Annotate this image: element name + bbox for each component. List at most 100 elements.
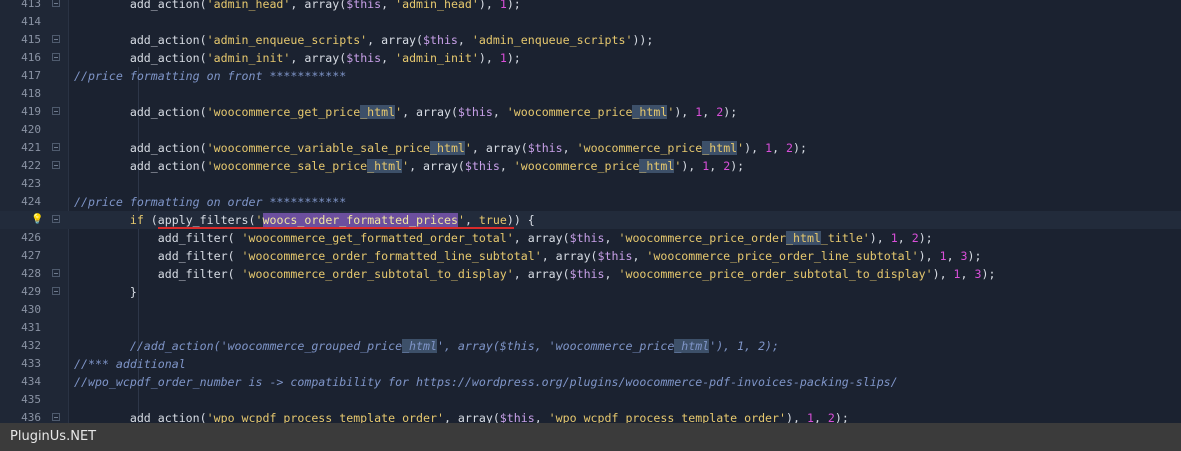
fold-toggle-icon[interactable] [52, 161, 60, 169]
code-line[interactable]: 417 //price formatting on front *********… [0, 67, 1181, 85]
code-editor[interactable]: 413 add_action('admin_head', array($this… [0, 0, 1181, 423]
code-token: _html [367, 159, 403, 173]
line-number: 432 [21, 339, 41, 352]
code-token: add_action( [129, 0, 207, 11]
code-token: ); [834, 411, 849, 423]
lightbulb-icon[interactable]: 💡 [31, 211, 43, 229]
code-line[interactable]: 430 [0, 301, 1181, 319]
fold-toggle-icon[interactable] [52, 0, 60, 7]
code-token: , array( [471, 141, 528, 155]
code-line[interactable]: 423 [0, 175, 1181, 193]
code-line[interactable]: 419 add_action('woocommerce_get_price_ht… [0, 103, 1181, 121]
code-line[interactable]: 422 add_action('woocommerce_sale_price_h… [0, 157, 1181, 175]
code-line[interactable]: 427 add_filter( 'woocommerce_order_forma… [0, 247, 1181, 265]
fold-toggle-icon[interactable] [52, 107, 60, 115]
code-token: 'woocommerce_get_formatted_order_total' [241, 231, 514, 245]
code-token: 1 [939, 249, 947, 263]
fold-toggle-icon[interactable] [52, 35, 60, 43]
code-token: ); [967, 249, 982, 263]
code-text: add_action('wpo_wcpdf_process_template_o… [74, 409, 849, 423]
code-line[interactable]: 415 add_action('admin_enqueue_scripts', … [0, 31, 1181, 49]
line-number: 431 [21, 321, 41, 334]
code-token: 2 [911, 231, 919, 245]
code-token: $this [346, 51, 382, 65]
code-token: ), [681, 159, 703, 173]
code-token: , [381, 51, 396, 65]
code-token: , [499, 159, 514, 173]
line-number: 426 [21, 231, 41, 244]
code-token: ' [402, 159, 410, 173]
code-token: , [632, 249, 647, 263]
code-token: $this [499, 411, 535, 423]
code-token: //add_action('woocommerce_grouped_price [129, 339, 403, 353]
code-token: $this [569, 267, 605, 281]
code-token: apply_filters( [157, 213, 256, 229]
code-line[interactable]: 434 //wpo_wcpdf_order_number is -> compat… [0, 373, 1181, 391]
code-token: woocs_order_formatted_prices [262, 213, 458, 229]
fold-toggle-icon[interactable] [52, 215, 60, 223]
code-token: ) [506, 213, 514, 229]
code-text: //add_action('woocommerce_grouped_price _… [74, 337, 779, 355]
code-token: ); [793, 141, 807, 155]
code-token: , [381, 0, 396, 11]
fold-toggle-icon[interactable] [52, 413, 60, 421]
code-text: add_filter( 'woocommerce_get_formatted_o… [74, 229, 933, 247]
code-token: , [897, 231, 912, 245]
code-token: , array( [402, 105, 458, 119]
code-line[interactable]: 418 [0, 85, 1181, 103]
fold-toggle-icon[interactable] [52, 287, 60, 295]
code-text: } [74, 283, 137, 301]
code-line[interactable]: 433 //*** additional [0, 355, 1181, 373]
code-token: 2 [827, 411, 835, 423]
code-line[interactable]: 💡 if (apply_filters('woocs_order_formatt… [0, 211, 1181, 229]
code-line[interactable]: 436 add_action('wpo_wcpdf_process_templa… [0, 409, 1181, 423]
line-number: 417 [21, 69, 41, 82]
code-token: ), [932, 267, 954, 281]
code-line[interactable]: 416 add_action('admin_init', array($this… [0, 49, 1181, 67]
code-token: ' [457, 213, 465, 229]
code-line[interactable]: 431 [0, 319, 1181, 337]
line-number: 416 [21, 51, 41, 64]
code-token: ); [506, 0, 521, 11]
code-token: , array( [367, 33, 424, 47]
line-number: 420 [21, 123, 41, 136]
code-token: _html [702, 141, 738, 155]
code-text: add_action('admin_enqueue_scripts', arra… [74, 31, 654, 49]
code-token: , array( [443, 411, 500, 423]
fold-toggle-icon[interactable] [52, 53, 60, 61]
code-line[interactable]: 426 add_filter( 'woocommerce_get_formatt… [0, 229, 1181, 247]
fold-toggle-icon[interactable] [52, 269, 60, 277]
code-line[interactable]: 413 add_action('admin_head', array($this… [0, 0, 1181, 13]
code-token: _html [674, 339, 710, 353]
fold-toggle-icon[interactable] [52, 143, 60, 151]
code-line[interactable]: 432 //add_action('woocommerce_grouped_pr… [0, 337, 1181, 355]
code-token: if [129, 213, 144, 227]
code-text: //price formatting on front *********** [74, 67, 346, 85]
code-line[interactable]: 414 [0, 13, 1181, 31]
code-line[interactable]: 424 //price formatting on order *********… [0, 193, 1181, 211]
code-line[interactable]: 421 add_action('woocommerce_variable_sal… [0, 139, 1181, 157]
code-line[interactable]: 420 [0, 121, 1181, 139]
code-token: add_filter( [157, 267, 242, 281]
line-number: 436 [21, 411, 41, 423]
line-number: 423 [21, 177, 41, 190]
code-token: ), [918, 249, 940, 263]
code-token: , [702, 105, 717, 119]
code-token: 'woocommerce_sale_price [206, 159, 368, 173]
code-token: , [604, 231, 619, 245]
code-line[interactable]: 428 add_filter( 'woocommerce_order_subto… [0, 265, 1181, 283]
code-line[interactable]: 435 [0, 391, 1181, 409]
code-line[interactable]: 429 } [0, 283, 1181, 301]
code-token: _title' [820, 231, 870, 245]
code-token: true [478, 213, 507, 229]
status-bar-label: PluginUs.NET [10, 429, 97, 444]
code-token: , [960, 267, 975, 281]
code-token: $this [457, 105, 493, 119]
